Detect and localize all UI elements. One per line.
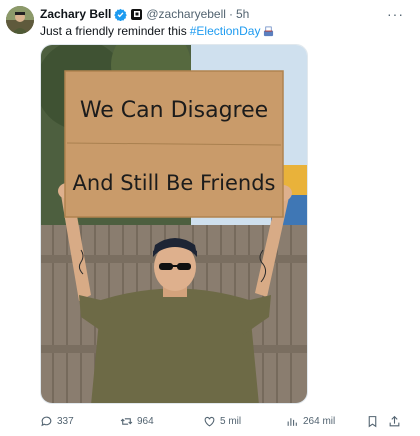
sign-line-2: And Still Be Friends — [73, 171, 276, 195]
tweet: Zachary Bell @zacharyebell · 5h ··· Just… — [0, 0, 420, 436]
bookmark-icon — [368, 415, 377, 427]
ballot-box-icon — [264, 26, 274, 36]
reply-button[interactable]: 337 — [40, 412, 74, 430]
views-icon — [287, 417, 297, 426]
avatar[interactable] — [6, 6, 34, 34]
author-handle[interactable]: @zacharyebell — [146, 7, 226, 21]
views-button[interactable]: 264 mil — [286, 412, 335, 430]
tweet-text: Just a friendly reminder this #ElectionD… — [40, 24, 274, 38]
verified-badge-icon — [114, 8, 128, 21]
like-button[interactable]: 5 mil — [203, 412, 241, 430]
repost-count: 964 — [137, 415, 154, 427]
post-time[interactable]: 5h — [236, 7, 249, 21]
repost-icon — [120, 417, 133, 425]
affiliate-badge-icon — [131, 8, 143, 20]
reply-count: 337 — [57, 415, 74, 427]
like-count: 5 mil — [220, 415, 242, 427]
share-button[interactable] — [388, 412, 405, 430]
sign-line-1: We Can Disagree — [80, 98, 268, 123]
tweet-header: Zachary Bell @zacharyebell · 5h — [40, 6, 249, 22]
like-icon — [204, 416, 215, 426]
bookmark-button[interactable] — [366, 412, 383, 430]
tweet-body: Just a friendly reminder this — [40, 24, 187, 38]
author-name[interactable]: Zachary Bell — [40, 7, 111, 21]
repost-button[interactable]: 964 — [120, 412, 154, 430]
hashtag-link[interactable]: #ElectionDay — [190, 24, 261, 38]
reply-icon — [41, 416, 52, 426]
more-icon[interactable]: ··· — [387, 6, 404, 22]
action-bar: 337 964 5 mil 264 mil — [40, 412, 402, 430]
share-icon — [389, 415, 400, 426]
tweet-photo[interactable]: We Can Disagree And Still Be Friends — [40, 44, 308, 404]
views-count: 264 mil — [303, 415, 336, 427]
separator-dot: · — [228, 7, 233, 21]
